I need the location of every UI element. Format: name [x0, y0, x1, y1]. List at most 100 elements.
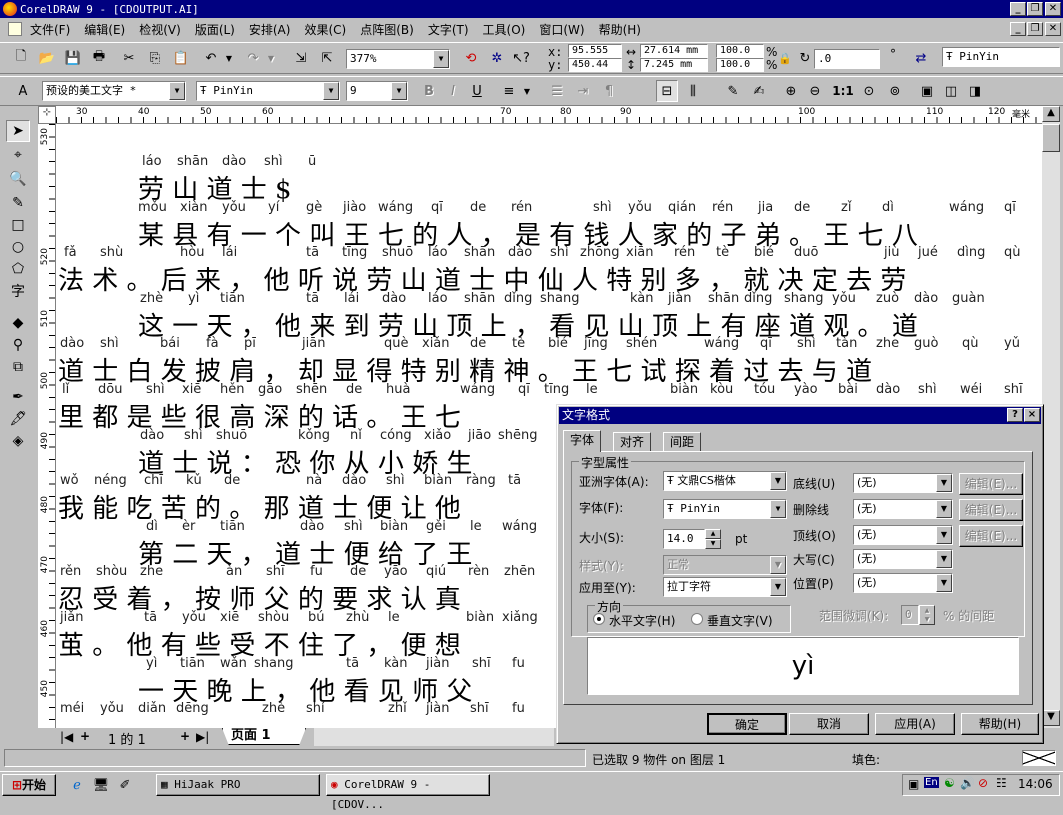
pinyin-syllable[interactable]: jiāo [468, 428, 491, 443]
pinyin-syllable[interactable]: shòu [96, 564, 127, 579]
mirror-icon[interactable]: ⇄ [910, 47, 932, 69]
pinyin-syllable[interactable]: tīng [544, 382, 569, 397]
import-icon[interactable]: ⇲ [290, 47, 312, 69]
pinyin-syllable[interactable]: xiān [626, 245, 654, 260]
pinyin-syllable[interactable]: tīng [342, 245, 367, 260]
pinyin-syllable[interactable]: shī [1004, 382, 1023, 397]
tray-network-icon[interactable]: ⊘ [978, 776, 988, 790]
pinyin-syllable[interactable]: shì [386, 473, 405, 488]
pinyin-syllable[interactable]: ràng [466, 473, 496, 488]
pinyin-syllable[interactable]: gěi [426, 519, 446, 534]
pinyin-syllable[interactable]: dào [300, 519, 324, 534]
pinyin-syllable[interactable]: qī [518, 382, 530, 397]
close-button[interactable]: ✕ [1045, 2, 1061, 16]
pinyin-syllable[interactable]: le [586, 382, 598, 397]
bullet-icon[interactable]: ☰ [546, 80, 568, 102]
chevron-down-icon[interactable]: ▼ [323, 82, 339, 100]
pinyin-syllable[interactable]: biàn [380, 519, 408, 534]
ellipse-tool-icon[interactable]: ○ [6, 236, 30, 258]
pinyin-syllable[interactable]: rěn [60, 564, 81, 579]
pinyin-syllable[interactable]: dào [508, 245, 532, 260]
pinyin-syllable[interactable]: duō [794, 245, 818, 260]
last-page-icon[interactable]: ▶| [196, 730, 209, 744]
pinyin-syllable[interactable]: shuō [216, 428, 247, 443]
vertical-text-label[interactable]: 垂直文字(V) [707, 612, 773, 629]
pinyin-syllable[interactable]: què [384, 336, 409, 351]
pinyin-syllable[interactable]: shì [344, 519, 363, 534]
pinyin-syllable[interactable]: shī [266, 564, 285, 579]
dialog-close-button[interactable]: × [1024, 408, 1040, 422]
pinyin-syllable[interactable]: de [794, 200, 810, 215]
pinyin-syllable[interactable]: zhǐ [388, 701, 407, 716]
pinyin-syllable[interactable]: shì [550, 245, 569, 260]
pinyin-syllable[interactable]: kǔ [186, 473, 202, 488]
cut-icon[interactable]: ✂ [118, 47, 140, 69]
pinyin-syllable[interactable]: yì [188, 291, 199, 306]
eyedropper-tool-icon[interactable]: ✒ [6, 386, 30, 408]
size-spin-up-icon[interactable]: ▲ [705, 529, 721, 539]
vertical-text-icon[interactable]: ⫼ [682, 80, 704, 102]
pinyin-syllable[interactable]: zuò [876, 291, 899, 306]
pinyin-syllable[interactable]: láo [428, 291, 448, 306]
chevron-down-icon[interactable]: ▼ [936, 526, 952, 544]
pinyin-syllable[interactable]: shì [146, 382, 165, 397]
pinyin-syllable[interactable]: qī [431, 200, 443, 215]
outline-tool-icon[interactable]: 🖋 [6, 408, 30, 430]
pinyin-syllable[interactable]: xiàn [180, 200, 208, 215]
pinyin-syllable[interactable]: de [350, 564, 366, 579]
pinyin-syllable[interactable]: kòu [710, 382, 733, 397]
pinyin-syllable[interactable]: de [470, 336, 486, 351]
size-field[interactable]: 14.0 [663, 529, 705, 549]
pinyin-syllable[interactable]: shì [184, 428, 203, 443]
pinyin-syllable[interactable]: shang [540, 291, 579, 306]
scroll-down-icon[interactable]: ▼ [1042, 710, 1060, 726]
doc-restore-button[interactable]: ❐ [1027, 22, 1043, 36]
zoom-width-icon[interactable]: ◫ [940, 80, 962, 102]
pinyin-syllable[interactable]: jué [918, 245, 938, 260]
paragraph-icon[interactable]: ¶ [598, 80, 620, 102]
pinyin-syllable[interactable]: kǒng [298, 428, 330, 443]
pinyin-syllable[interactable]: bái [160, 336, 180, 351]
pinyin-syllable[interactable]: biàn [424, 473, 452, 488]
align-dropdown-icon[interactable]: ▼ [516, 80, 538, 102]
pinyin-syllable[interactable]: shān [708, 291, 739, 306]
pinyin-syllable[interactable]: tā [306, 245, 319, 260]
pinyin-syllable[interactable]: fu [512, 701, 525, 716]
pinyin-syllable[interactable]: jīng [584, 336, 608, 351]
menu-edit[interactable]: 编辑(E) [84, 21, 125, 38]
caps-combo[interactable]: (无) ▼ [853, 549, 953, 569]
pinyin-syllable[interactable]: jiàn [426, 701, 449, 716]
pinyin-syllable[interactable]: kàn [384, 656, 408, 671]
channels-icon[interactable]: ✐ [114, 774, 136, 796]
blend-tool-icon[interactable]: ⚲ [6, 334, 30, 356]
chevron-down-icon[interactable]: ▼ [770, 500, 786, 518]
pinyin-syllable[interactable]: shì [797, 336, 816, 351]
pinyin-syllable[interactable]: dào [382, 291, 406, 306]
undo-dropdown-icon[interactable]: ▼ [218, 47, 240, 69]
tab-align[interactable]: 对齐 [613, 432, 652, 452]
zoom-all-icon[interactable]: ⊚ [884, 80, 906, 102]
style-combo[interactable]: 预设的美工文字 * ▼ [42, 81, 186, 101]
zoom-page-icon[interactable]: ▣ [916, 80, 938, 102]
export-icon[interactable]: ⇱ [316, 47, 338, 69]
pinyin-syllable[interactable]: dōu [98, 382, 122, 397]
apply-to-combo[interactable]: 拉丁字符 ▼ [663, 577, 787, 597]
pinyin-syllable[interactable]: zhōng [580, 245, 620, 260]
redo-dropdown-icon[interactable]: ▼ [260, 47, 282, 69]
pinyin-syllable[interactable]: xiǎo [424, 428, 451, 443]
bold-icon[interactable]: B [418, 80, 440, 102]
pinyin-syllable[interactable]: wǎn [220, 656, 247, 671]
rotate-icon[interactable]: ↻ [794, 47, 816, 69]
pinyin-syllable[interactable]: qiú [426, 564, 446, 579]
pinyin-syllable[interactable]: shì [593, 200, 612, 215]
hanzi-line[interactable]: 第 二 天 ， 道 士 便 给 了 王 [138, 534, 472, 571]
size-spin-down-icon[interactable]: ▼ [705, 539, 721, 549]
pinyin-syllable[interactable]: le [470, 519, 482, 534]
pinyin-syllable[interactable]: hěn [220, 382, 244, 397]
interactive-fill-tool-icon[interactable]: ◆ [6, 312, 30, 334]
pinyin-syllable[interactable]: wǒ [60, 473, 79, 488]
pinyin-syllable[interactable]: àn [226, 564, 242, 579]
pinyin-syllable[interactable]: dìng [957, 245, 985, 260]
corel-logo-icon[interactable]: ⟲ [460, 47, 482, 69]
lock-ratio-icon[interactable]: 🔒 [774, 47, 796, 69]
